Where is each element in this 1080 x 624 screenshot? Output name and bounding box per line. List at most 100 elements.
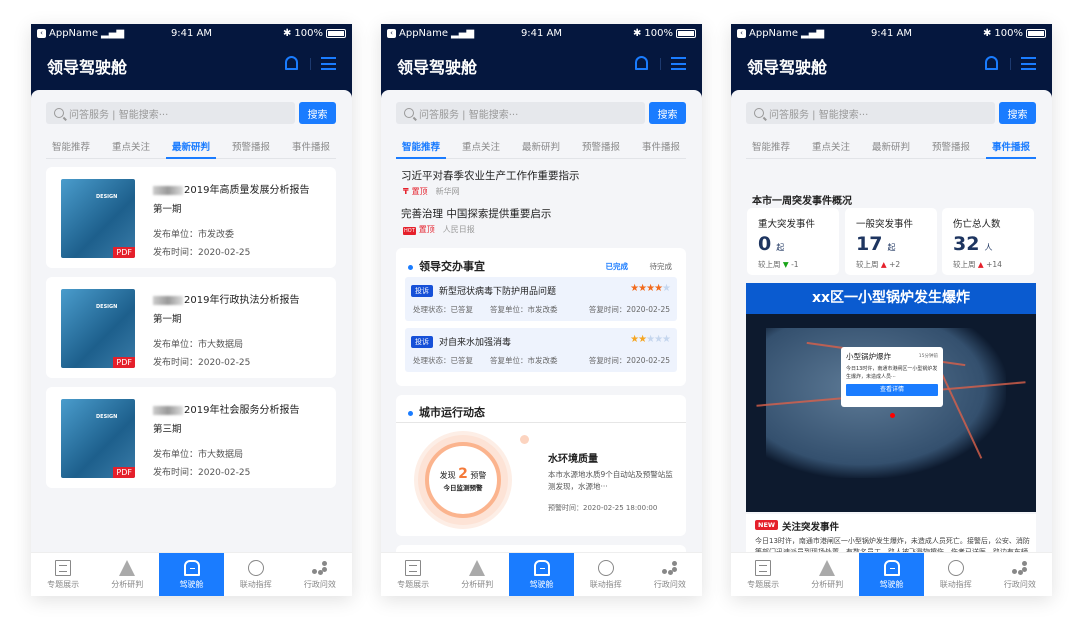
clock: 9:41 AM	[520, 27, 563, 39]
arrow-up-icon: ▲	[977, 260, 984, 269]
bluetooth-icon: ✱	[983, 27, 992, 39]
nav-command[interactable]: 联动指挥	[574, 553, 638, 596]
stat-card-general[interactable]: 一般突发事件 17 起较上周 ▲ +2	[845, 208, 937, 275]
report-card[interactable]: DESIGN PDF 2019年行政执法分析报告 第一期 发布单位：市大数据局 发…	[46, 277, 336, 378]
search-button[interactable]: 搜索	[999, 102, 1036, 124]
incident-popup: 小型锅炉爆炸 15分钟前 今日13时许，南通市港闸区一小型锅炉发生爆炸，未造成人员…	[841, 347, 943, 407]
nav-analysis[interactable]: 分析研判	[445, 553, 509, 596]
tab-warning[interactable]: 预警播报	[576, 140, 626, 158]
stat-card-casualties[interactable]: 伤亡总人数 32 人较上周 ▲ +14	[942, 208, 1034, 275]
tab-focus[interactable]: 重点关注	[456, 140, 506, 158]
phone-screen-events: ‹ AppName ▂▄▆ 9:41 AM ✱ 100% 领导驾驶舱 问答服务 | 智能…	[731, 24, 1052, 596]
report-title: 2019年行政执法分析报告	[153, 291, 299, 306]
menu-icon[interactable]	[671, 57, 686, 70]
nav-command[interactable]: 联动指挥	[224, 553, 288, 596]
alarm-icon[interactable]	[985, 56, 998, 70]
filter-pending[interactable]: 待完成	[650, 261, 673, 272]
incident-marker[interactable]	[890, 413, 895, 418]
tab-focus[interactable]: 重点关注	[806, 140, 856, 158]
search-button[interactable]: 搜索	[649, 102, 686, 124]
search-icon	[404, 108, 414, 118]
menu-icon[interactable]	[1021, 57, 1036, 70]
tab-bar: 智能推荐 重点关注 最新研判 预警播报 事件播报	[46, 140, 336, 159]
report-unit: 发布单位：市大数据局	[153, 450, 244, 460]
news-meta: HOT 置顶 人民日报	[403, 225, 475, 235]
report-card[interactable]: DESIGN PDF 2019年高质量发展分析报告 第一期 发布单位：市发改委 发…	[46, 167, 336, 268]
report-unit: 发布单位：市发改委	[153, 230, 235, 240]
complaint-tag: 投诉	[411, 336, 433, 348]
star-empty-icon: ★	[646, 334, 655, 345]
search-input[interactable]: 问答服务 | 智能搜索···	[46, 102, 295, 124]
search-placeholder: 问答服务 | 智能搜索···	[419, 109, 519, 121]
tab-events[interactable]: 事件播报	[985, 140, 1036, 159]
nav-efficiency[interactable]: 行政问效	[638, 553, 702, 596]
report-card[interactable]: DESIGN PDF 2019年社会服务分析报告 第三期 发布单位：市大数据局 发…	[46, 387, 336, 488]
nav-cockpit[interactable]: 驾驶舱	[159, 553, 224, 596]
status-bar: ‹ AppName ▂▄▆ 9:41 AM ✱ 100%	[731, 24, 1052, 42]
page-title: 领导驾驶舱	[397, 58, 478, 77]
star-empty-icon: ★	[662, 334, 671, 345]
tab-focus[interactable]: 重点关注	[106, 140, 156, 158]
nav-cockpit[interactable]: 驾驶舱	[509, 553, 574, 596]
tab-latest[interactable]: 最新研判	[165, 140, 216, 159]
tab-recommend[interactable]: 智能推荐	[746, 140, 796, 158]
nav-topics[interactable]: 专题展示	[31, 553, 95, 596]
back-icon[interactable]: ‹	[387, 28, 396, 38]
nav-analysis[interactable]: 分析研判	[795, 553, 859, 596]
search-button[interactable]: 搜索	[299, 102, 336, 124]
nav-command[interactable]: 联动指挥	[924, 553, 988, 596]
search-icon	[754, 108, 764, 118]
task-item[interactable]: 投诉 新型冠状病毒下防护用品问题 ★★★★★ 处理状态：已答复 答复单位：市发改委 答复时…	[405, 277, 677, 321]
nav-efficiency[interactable]: 行政问效	[288, 553, 352, 596]
filter-done[interactable]: 已完成	[606, 261, 629, 272]
complaint-tag: 投诉	[411, 285, 433, 297]
hot-icon: HOT	[403, 227, 416, 235]
rating-stars: ★★★★★	[630, 283, 671, 294]
tab-recommend[interactable]: 智能推荐	[396, 140, 447, 159]
warning-ring: 发现 2 预警 今日监测预警	[418, 435, 508, 525]
nav-cockpit[interactable]: 驾驶舱	[859, 553, 924, 596]
arrow-down-icon: ▼	[782, 260, 789, 269]
nav-efficiency[interactable]: 行政问效	[988, 553, 1052, 596]
stat-card-major[interactable]: 重大突发事件 0 起较上周 ▼ -1	[747, 208, 839, 275]
nav-topics[interactable]: 专题展示	[381, 553, 445, 596]
star-filled-icon: ★	[654, 283, 663, 294]
incident-map[interactable]: xx区一小型锅炉发生爆炸 小型锅炉爆炸 15分钟前 今日13时许，南通市港闸区一小…	[746, 283, 1036, 512]
new-badge: NEW	[755, 520, 779, 530]
tab-warning[interactable]: 预警播报	[926, 140, 976, 158]
back-icon[interactable]: ‹	[737, 28, 746, 38]
star-filled-icon: ★	[630, 283, 639, 294]
clock: 9:41 AM	[870, 27, 913, 39]
tab-recommend[interactable]: 智能推荐	[46, 140, 96, 158]
tab-events[interactable]: 事件播报	[286, 140, 336, 158]
news-title[interactable]: 完善治理 中国探索提供重要启示	[401, 206, 551, 221]
report-issue: 第一期	[153, 314, 182, 325]
star-filled-icon: ★	[630, 334, 639, 345]
phone-screen-recommend: ‹ AppName ▂▄▆ 9:41 AM ✱ 100% 领导驾驶舱 问答服务 | 智能…	[381, 24, 702, 596]
tab-events[interactable]: 事件播报	[636, 140, 686, 158]
news-title[interactable]: 习近平对春季农业生产工作作重要指示	[401, 168, 580, 183]
signal-icon: ▂▄▆	[451, 27, 475, 39]
tab-latest[interactable]: 最新研判	[866, 140, 916, 158]
arrow-up-icon: ▲	[880, 260, 887, 269]
alarm-icon[interactable]	[285, 56, 298, 70]
signal-icon: ▂▄▆	[801, 27, 825, 39]
report-issue: 第三期	[153, 424, 182, 435]
tab-latest[interactable]: 最新研判	[516, 140, 566, 158]
pdf-badge: PDF	[113, 247, 135, 258]
view-details-button[interactable]: 查看详情	[846, 384, 938, 396]
search-placeholder: 问答服务 | 智能搜索···	[769, 109, 869, 121]
task-item[interactable]: 投诉 对自来水加强消毒 ★★★★★ 处理状态：已答复 答复单位：市发改委 答复时间：202…	[405, 328, 677, 372]
tab-warning[interactable]: 预警播报	[226, 140, 276, 158]
nav-topics[interactable]: 专题展示	[731, 553, 795, 596]
alarm-icon[interactable]	[635, 56, 648, 70]
search-input[interactable]: 问答服务 | 智能搜索···	[396, 102, 645, 124]
page-title: 领导驾驶舱	[747, 58, 828, 77]
news-meta: ₸ 置顶 新华网	[403, 187, 460, 196]
battery-icon	[676, 28, 696, 38]
report-title: 2019年高质量发展分析报告	[153, 181, 309, 196]
nav-analysis[interactable]: 分析研判	[95, 553, 159, 596]
menu-icon[interactable]	[321, 57, 336, 70]
search-input[interactable]: 问答服务 | 智能搜索···	[746, 102, 995, 124]
back-icon[interactable]: ‹	[37, 28, 46, 38]
